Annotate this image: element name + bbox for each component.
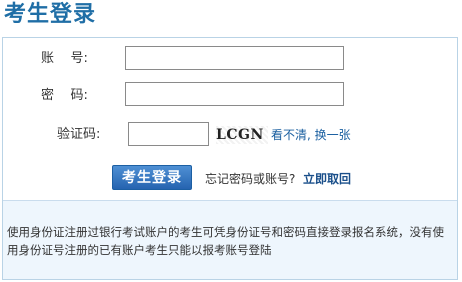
password-input[interactable] [125,82,344,106]
login-panel: 账 号: 密 码: 验证码: LCGN 看不清, 换一张 考生登录 忘记密码或账… [2,37,458,280]
login-notice: 使用身份证注册过银行考试账户的考生可凭身份证号和密码直接登录报名系统，没有使用身… [3,200,457,279]
login-button[interactable]: 考生登录 [112,165,192,190]
captcha-label: 验证码: [57,127,101,142]
refresh-captcha-link[interactable]: 看不清, 换一张 [271,128,351,142]
page-title: 考生登录 [4,2,97,27]
captcha-image[interactable]: LCGN [216,126,268,144]
account-input[interactable] [125,46,344,70]
captcha-input[interactable] [128,122,209,146]
account-label: 账 号: [41,51,88,66]
password-label: 密 码: [41,88,88,103]
login-page: 考生登录 账 号: 密 码: 验证码: LCGN 看不清, 换一张 考生登录 忘… [0,0,462,282]
retrieve-account-link[interactable]: 立即取回 [303,172,351,186]
forgot-prompt: 忘记密码或账号? [205,172,296,186]
